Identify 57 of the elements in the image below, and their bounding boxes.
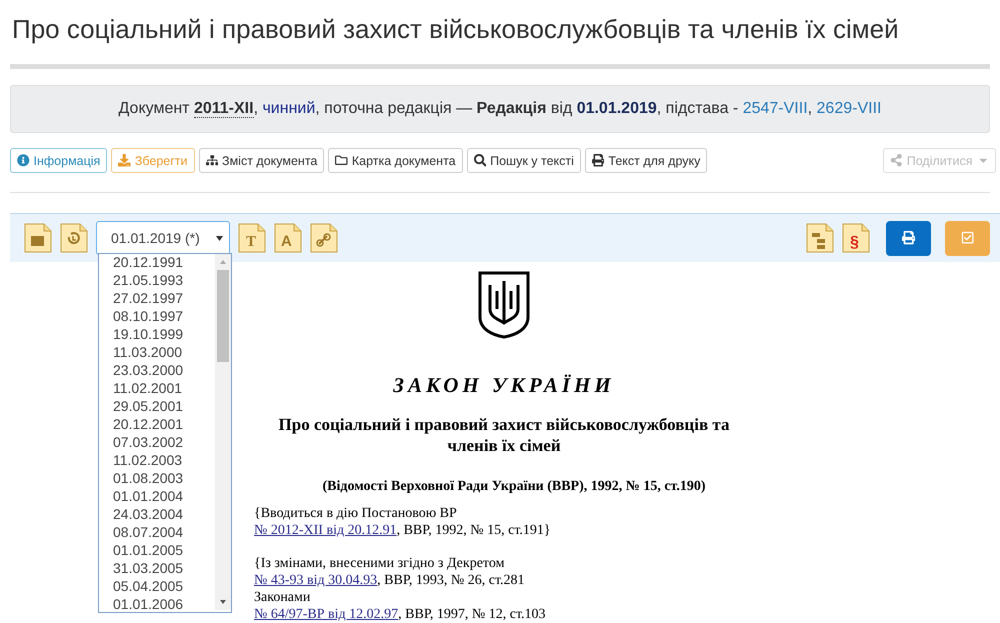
history-doc-icon[interactable] [60,223,88,253]
download-icon [118,154,131,167]
status-link[interactable]: чинний [262,100,316,117]
folder-icon [335,154,348,167]
edition-option[interactable]: 01.01.2005 [113,542,215,560]
edition-option[interactable]: 01.08.2003 [113,470,215,488]
edition-option[interactable]: 19.10.1999 [113,326,215,344]
paragraph-doc-icon[interactable]: § [842,223,870,253]
action-button[interactable]: Зміст документа [198,148,324,173]
edition-option[interactable]: 07.03.2002 [113,434,215,452]
action-button[interactable]: Картка документа [328,148,463,173]
link-doc-icon[interactable] [310,223,338,253]
edition-option[interactable]: 08.10.1997 [113,308,215,326]
coat-of-arms-drawing [478,271,530,339]
tree-doc-icon[interactable] [806,223,834,253]
act-link[interactable]: № 43-93 від 30.04.93 [254,573,378,588]
edition-option[interactable]: 20.12.2001 [113,416,215,434]
edition-option[interactable]: 24.03.2004 [113,506,215,524]
edition-option[interactable]: 11.02.2003 [113,452,215,470]
edition-option[interactable]: 11.03.2000 [113,344,215,362]
check-button[interactable] [945,220,990,256]
print-button[interactable] [886,220,931,256]
edition-option[interactable]: 31.03.2005 [113,560,215,578]
edition-option[interactable]: 20.12.1991 [113,254,215,272]
edition-option[interactable]: 23.03.2000 [113,362,215,380]
amendment-note: {Вводиться в дію Постановою ВР № 2012-XII від 20.12.91, ВВР, 1992, № 15, ст.191} [254,505,552,539]
law-source: (Відомості Верховної Ради України (ВВР), 1992, № 15, ст.190) [321,479,707,495]
act-link[interactable]: № 2012-XII від 20.12.91 [254,523,397,538]
search-icon [474,154,486,167]
edition-option[interactable]: 29.05.2001 [113,398,215,416]
edition-option[interactable]: 08.07.2004 [113,524,215,542]
archive-doc-icon[interactable] [24,223,52,253]
law-title: Про соціальний і правовий захист військовослужбовців та членів їх сімей [278,414,730,456]
action-button[interactable]: Інформація [10,148,108,173]
action-button[interactable]: Текст для друку [584,148,708,173]
info-icon [17,154,30,167]
page-title: Про соціальний і правовий захист військовослужбовців та членів їх сімей [11,13,900,46]
edition-option[interactable]: 11.02.2001 [113,380,215,398]
edition-link[interactable]: 2629-VIII [816,100,882,117]
edition-option[interactable]: 21.05.1993 [113,272,215,290]
document-status-text: Документ 2011-XII, чинний, поточна редакція — Редакція від 01.01.2019, підстава - 2547-VIII, 2629-VIII [118,100,882,118]
checkbox-icon [960,231,974,245]
printer-icon [902,231,916,245]
share-icon [890,154,903,167]
edition-option[interactable]: 01.01.2004 [113,488,215,506]
edition-option[interactable]: 05.04.2005 [113,578,215,596]
law-heading: ЗАКОН УКРАЇНИ [393,373,615,398]
caret-icon [216,236,223,240]
edition-option[interactable]: 27.02.1997 [113,290,215,308]
sitemap-icon [206,154,218,167]
amendment-note: {Із змінами, внесеними згідно з Декретом № 43-93 від 30.04.93, ВВР, 1993, № 26, ст.281 Законами № 64/97-ВР від 12.02.97, ВВР, 1997, № 12, ст.103 [254,555,547,623]
printer-icon [592,154,604,167]
action-button[interactable]: Пошук у тексті [466,148,581,173]
edition-link[interactable]: 2547-VIII [742,100,808,117]
act-link[interactable]: № 64/97-ВР від 12.02.97 [254,607,398,622]
edition-option[interactable]: 01.01.2006 [113,596,215,614]
edition-select[interactable]: 01.01.2019 (*) [96,221,230,255]
